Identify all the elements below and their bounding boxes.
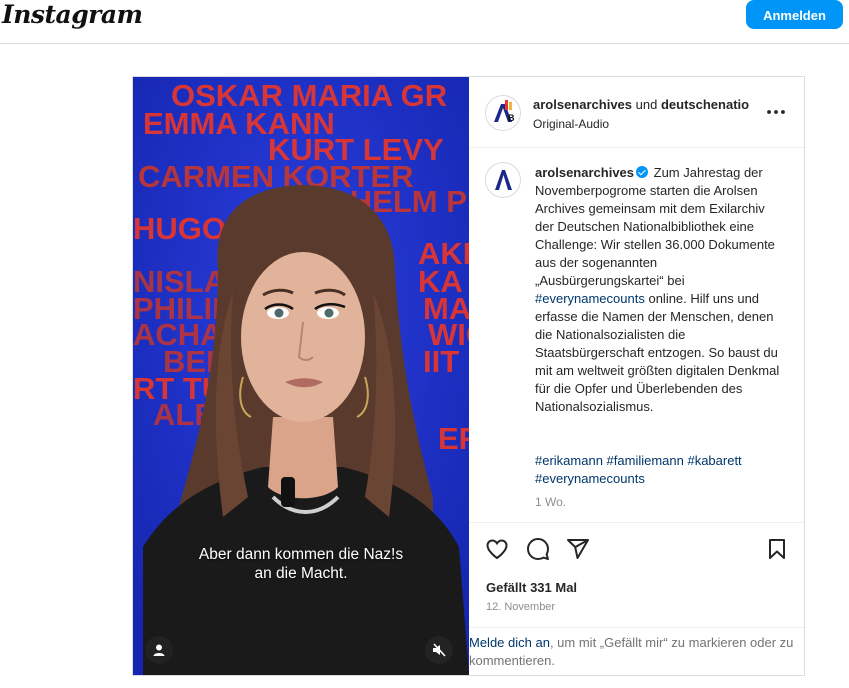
more-options-icon[interactable] <box>765 101 787 123</box>
caption-body-rest: online. Hilf uns und erfasse die Namen d… <box>535 291 780 414</box>
subtitle-line-1: Aber dann kommen die Naz!s <box>198 546 404 563</box>
bg-name-text: ER <box>438 421 469 456</box>
subtitle-line-2: an die Macht. <box>254 565 348 582</box>
caption-body: Zum Jahrestag der Novemberpogrome starte… <box>535 165 775 288</box>
post-video[interactable]: OSKAR MARIA GR EMMA KANN KURT LEVY CARME… <box>133 77 469 675</box>
comment-icon[interactable] <box>526 537 550 561</box>
caption-author[interactable]: arolsenarchives <box>535 165 634 180</box>
video-frame: OSKAR MARIA GR EMMA KANN KURT LEVY CARME… <box>133 77 469 675</box>
author-avatar[interactable]: B <box>485 95 521 131</box>
author-name[interactable]: arolsenarchives <box>533 97 632 112</box>
login-button[interactable]: Anmelden <box>746 0 843 29</box>
caption-hashtag[interactable]: #everynamecounts <box>535 291 645 306</box>
speaker-muted-icon[interactable] <box>425 636 453 664</box>
user-icon[interactable] <box>145 636 173 664</box>
author-connector: und <box>635 97 658 112</box>
bg-name-text: IIT <box>423 344 459 379</box>
bg-name-text: HUGO <box>133 211 226 246</box>
caption-text: arolsenarchives Zum Jahrestag der Novemb… <box>535 164 781 416</box>
like-count[interactable]: Gefällt 331 Mal <box>486 580 577 595</box>
post-age: 1 Wo. <box>535 495 567 509</box>
svg-text:B: B <box>508 113 515 123</box>
post-sidebar: B arolsenarchives und deutschenatio Orig… <box>469 77 804 675</box>
top-bar: Instagram Anmelden <box>0 0 849 44</box>
post-authors: arolsenarchives und deutschenatio <box>533 97 749 112</box>
audio-label[interactable]: Original-Audio <box>533 117 609 131</box>
instagram-logo[interactable]: Instagram <box>2 0 143 29</box>
bookmark-icon[interactable] <box>765 537 789 561</box>
login-prompt: Melde dich an, um mit „Gefällt mir“ zu m… <box>469 627 804 676</box>
hashtags-line-1[interactable]: #erikamann #familiemann #kabarett <box>535 452 781 470</box>
share-icon[interactable] <box>566 537 590 561</box>
caption-avatar[interactable] <box>485 162 521 198</box>
post-date: 12. November <box>486 601 556 613</box>
hashtags-line-2[interactable]: #everynamecounts <box>535 470 781 488</box>
heart-icon[interactable] <box>485 537 509 561</box>
caption-section: arolsenarchives Zum Jahrestag der Novemb… <box>469 148 804 521</box>
hashtag-list: #erikamann #familiemann #kabarett #every… <box>535 452 781 488</box>
post-card: OSKAR MARIA GR EMMA KANN KURT LEVY CARME… <box>132 76 805 676</box>
verified-badge-icon <box>636 166 649 178</box>
login-link[interactable]: Melde dich an <box>469 635 550 650</box>
coauthor-name[interactable]: deutschenatio <box>661 97 749 112</box>
action-bar: Gefällt 331 Mal 12. November <box>469 522 804 628</box>
post-header: B arolsenarchives und deutschenatio Orig… <box>469 77 804 148</box>
video-subtitle: Aber dann kommen die Naz!s an die Macht. <box>133 545 469 583</box>
